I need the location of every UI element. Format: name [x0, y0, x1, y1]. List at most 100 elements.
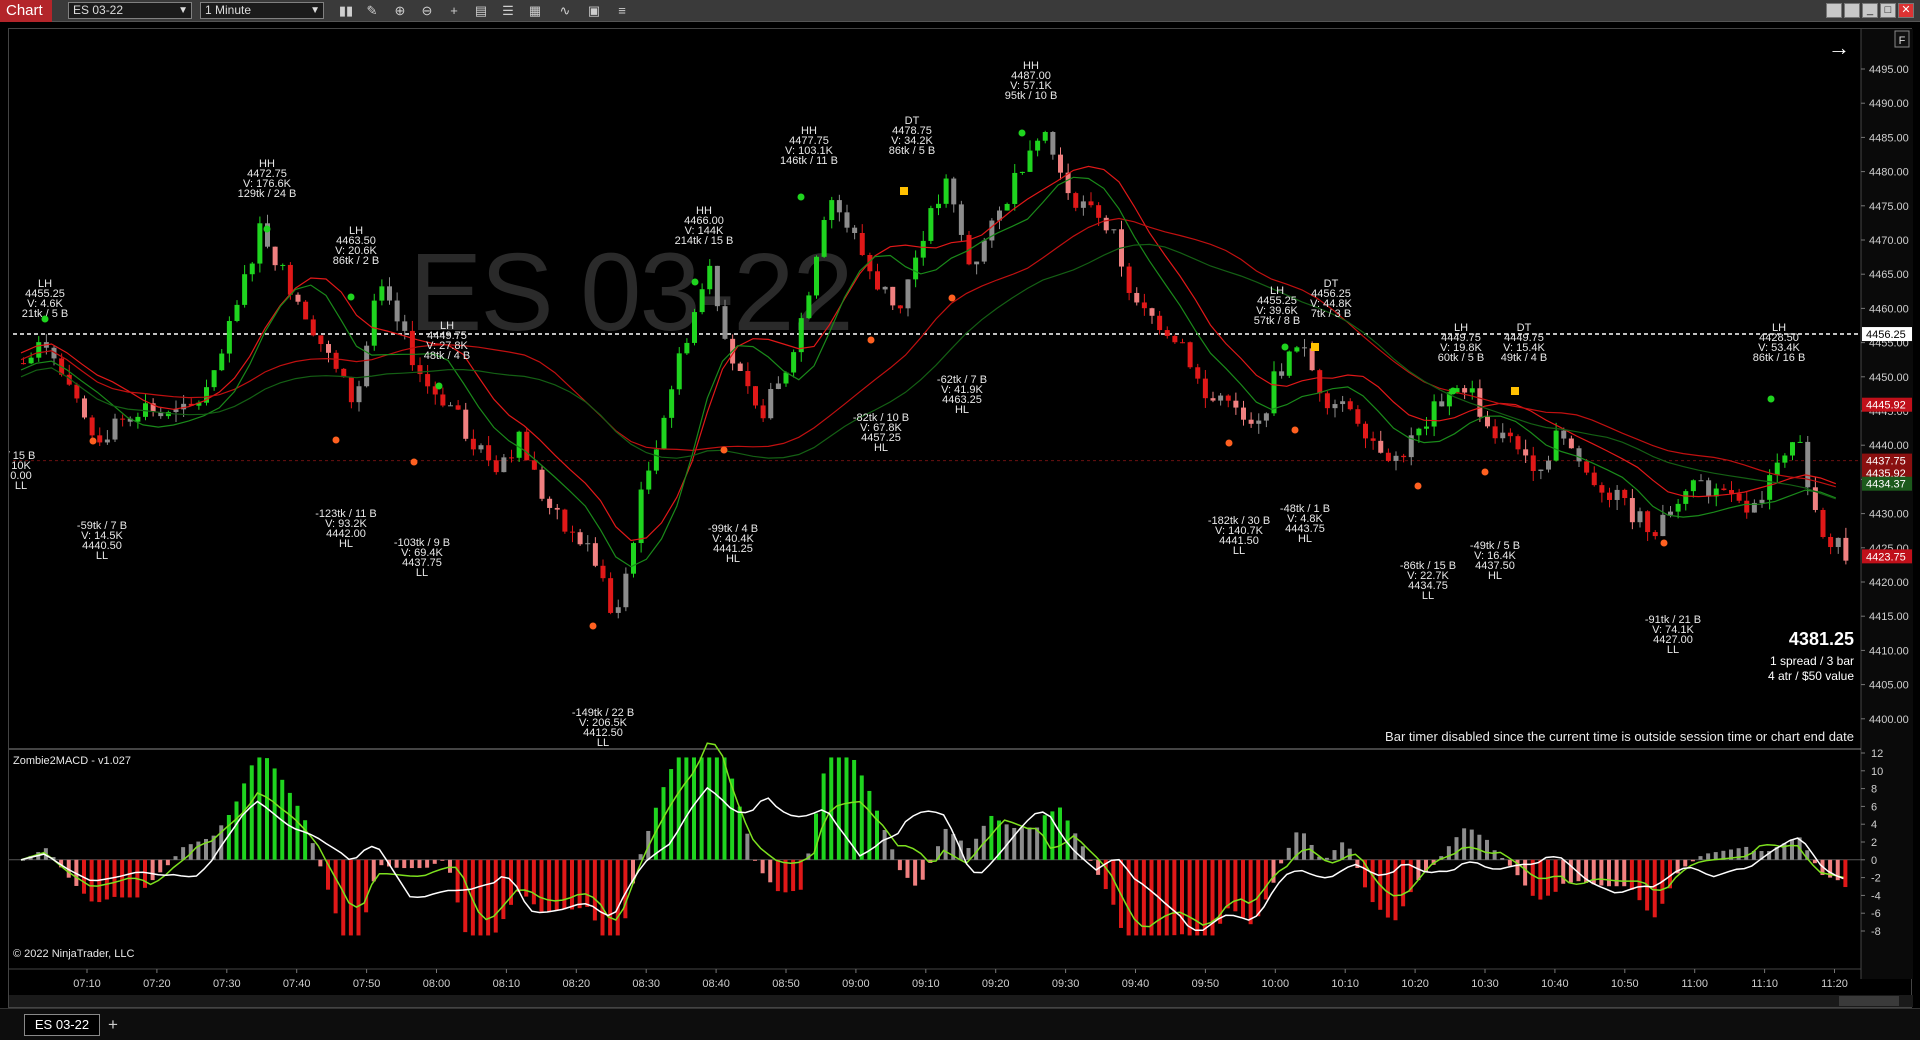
candle-body — [1172, 335, 1178, 343]
instrument-select[interactable]: ES 03-22 ▼ — [68, 2, 192, 19]
swing-label: 214tk / 15 B — [675, 235, 734, 247]
zoom-out-icon[interactable]: ⊖ — [417, 2, 437, 20]
candle-body — [1111, 229, 1117, 231]
interval-select[interactable]: 1 Minute ▼ — [200, 2, 324, 19]
macd-bar — [1012, 827, 1017, 860]
tile-right-icon[interactable] — [1844, 3, 1860, 18]
time-tick-label: 10:20 — [1401, 978, 1429, 990]
candle-body — [493, 460, 499, 473]
price-tick-label: 4480.00 — [1869, 167, 1909, 179]
candle-body — [890, 286, 896, 306]
candle-body — [1088, 201, 1094, 206]
time-tick-label: 11:20 — [1821, 978, 1848, 990]
candle-body — [1309, 348, 1315, 371]
candle-body — [951, 178, 957, 205]
candles — [21, 130, 1849, 619]
candle-body — [1073, 193, 1079, 208]
candle-body — [1164, 330, 1170, 336]
tile-left-icon[interactable] — [1826, 3, 1842, 18]
macd-bar — [455, 859, 460, 903]
macd-bar — [905, 859, 910, 878]
pivot-dot — [1481, 468, 1489, 476]
horizontal-scrollbar — [9, 995, 1913, 1007]
price-tick-label: 4460.00 — [1869, 303, 1909, 315]
swing-label: HL — [1488, 570, 1502, 582]
drawing-tool-icon[interactable]: ✎ — [362, 2, 382, 20]
candle-body — [1378, 440, 1384, 453]
macd-bar — [760, 859, 765, 874]
snapshot-icon[interactable]: ▣ — [584, 2, 604, 20]
candle-body — [1584, 461, 1590, 473]
macd-bar — [409, 859, 414, 869]
candle-body — [1736, 493, 1742, 501]
price-tick-label: 4430.00 — [1869, 509, 1909, 521]
candle-body — [1675, 503, 1681, 512]
candle-body — [1210, 398, 1216, 401]
time-tick-label: 09:20 — [982, 978, 1010, 990]
maximize-button[interactable]: □ — [1880, 3, 1896, 18]
candle-body — [1149, 308, 1155, 316]
tab-es-03-22[interactable]: ES 03-22 — [24, 1014, 100, 1036]
candle-body — [89, 417, 95, 436]
price-chart[interactable]: 4495.00 4490.00 4485.00 4480.00 4475.00 4470.… — [9, 29, 1913, 1009]
macd-tick-label: -4 — [1871, 890, 1881, 902]
candle-body — [226, 321, 232, 354]
price-tick-label: 4495.00 — [1869, 64, 1909, 76]
zoom-in-icon[interactable]: ⊕ — [390, 2, 410, 20]
window-title[interactable]: Chart — [0, 0, 52, 22]
time-tick-label: 07:40 — [283, 978, 311, 990]
macd-bar — [1507, 859, 1512, 866]
candle-body — [1790, 442, 1795, 456]
minimize-button[interactable]: _ — [1862, 3, 1878, 18]
macd-bar — [722, 757, 727, 860]
price-marker-label: 4423.75 — [1866, 551, 1906, 563]
strategies-icon[interactable]: ▦ — [525, 2, 545, 20]
macd-bar — [1477, 834, 1482, 860]
properties-icon[interactable]: ▤ — [471, 2, 491, 20]
candle-body — [638, 489, 644, 544]
candle-body — [1355, 409, 1361, 424]
bar-type-icon[interactable]: ▮▮ — [336, 2, 356, 20]
macd-bar — [745, 833, 750, 860]
add-tab-button[interactable]: + — [104, 1015, 122, 1035]
macd-bar — [1241, 859, 1245, 918]
candle-body — [1660, 514, 1666, 537]
candle-body — [882, 286, 888, 290]
chart-panel[interactable]: ES 03-22 4495.00 4490.00 4485.00 4480.00 447… — [8, 28, 1913, 1009]
candle-body — [97, 435, 103, 443]
candle-body — [1439, 401, 1445, 407]
candle-body — [1431, 401, 1437, 427]
macd-bar — [318, 859, 323, 867]
macd-bar — [783, 859, 788, 893]
macd-bar — [821, 773, 826, 860]
candle-body — [1645, 511, 1651, 533]
candle-body — [425, 374, 431, 387]
macd-bar — [1843, 859, 1848, 888]
candle-body — [707, 265, 713, 290]
candle-body — [775, 383, 781, 390]
macd-bar — [539, 859, 544, 912]
swing-label: LL — [1667, 644, 1679, 656]
time-tick-label: 07:20 — [143, 978, 171, 990]
candle-body — [1393, 455, 1399, 461]
candle-body — [829, 200, 835, 221]
candle-body — [1202, 378, 1208, 399]
candle-body — [1218, 395, 1224, 401]
macd-bar — [1637, 859, 1642, 901]
menu-icon[interactable]: ≡ — [612, 2, 632, 20]
macd-bar — [234, 801, 239, 860]
candle-body — [486, 445, 492, 461]
candle-body — [463, 409, 469, 439]
crosshair-icon[interactable]: + — [444, 2, 464, 20]
candle-body — [272, 246, 278, 266]
candle-body — [1180, 342, 1185, 344]
candle-body — [1233, 400, 1239, 408]
indicators-icon[interactable]: ∿ — [555, 2, 575, 20]
macd-bar — [432, 859, 437, 864]
templates-icon[interactable]: ☰ — [498, 2, 518, 20]
candle-body — [1767, 475, 1773, 500]
candle-body — [1835, 537, 1841, 548]
time-tick-label: 10:10 — [1331, 978, 1359, 990]
price-tick-label: 4410.00 — [1869, 645, 1909, 657]
close-button[interactable]: ✕ — [1898, 3, 1914, 18]
